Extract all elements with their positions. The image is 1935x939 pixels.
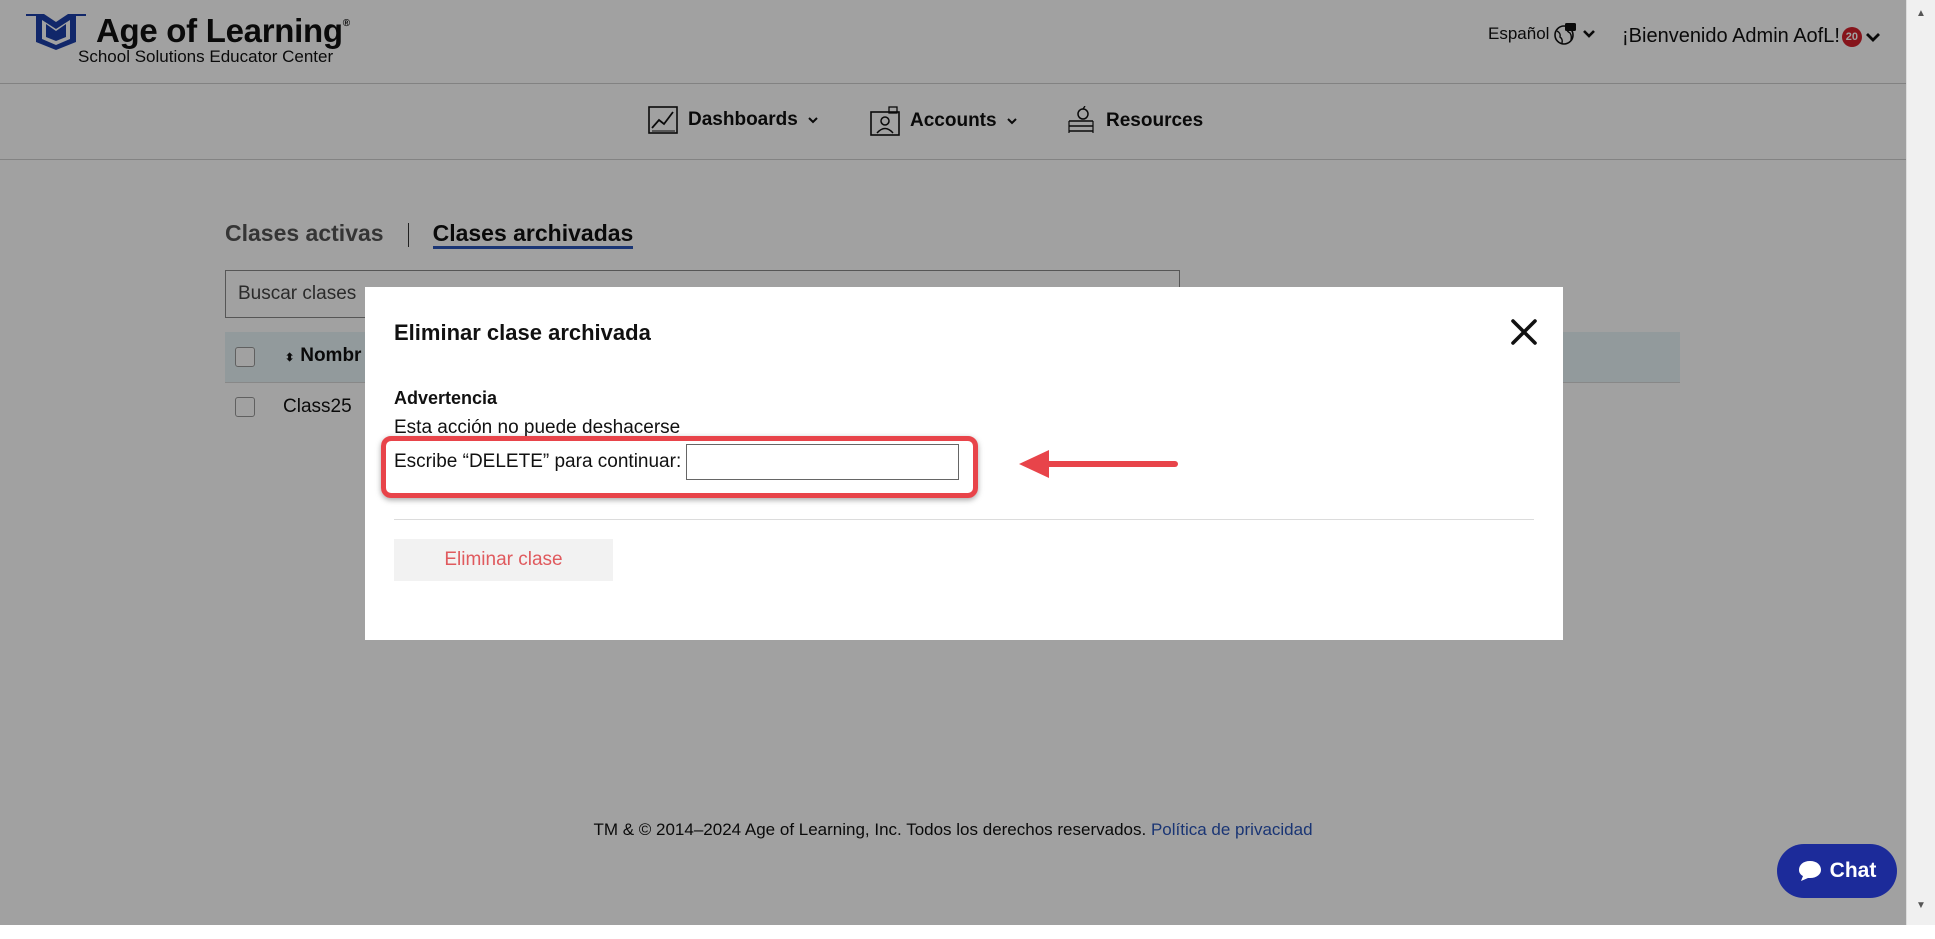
chat-label: Chat: [1829, 859, 1877, 882]
page-scrollbar[interactable]: ▲ ▼: [1906, 0, 1935, 925]
annotation-arrow-icon: [1019, 450, 1178, 478]
delete-class-button[interactable]: Eliminar clase: [394, 539, 613, 581]
delete-archived-class-dialog: Eliminar clase archivada Advertencia Est…: [365, 287, 1563, 640]
close-icon[interactable]: [1507, 315, 1541, 349]
chat-button[interactable]: Chat: [1777, 844, 1897, 898]
chat-bubble-icon: [1798, 861, 1821, 881]
annotation-highlight-box: [381, 436, 978, 498]
dialog-title: Eliminar clase archivada: [394, 320, 651, 345]
dialog-divider: [394, 519, 1534, 520]
scroll-down-icon[interactable]: ▼: [1916, 900, 1926, 911]
warning-title: Advertencia: [394, 388, 498, 408]
page: Age of Learning® School Solutions Educat…: [0, 0, 1906, 925]
scroll-up-icon[interactable]: ▲: [1916, 8, 1926, 19]
